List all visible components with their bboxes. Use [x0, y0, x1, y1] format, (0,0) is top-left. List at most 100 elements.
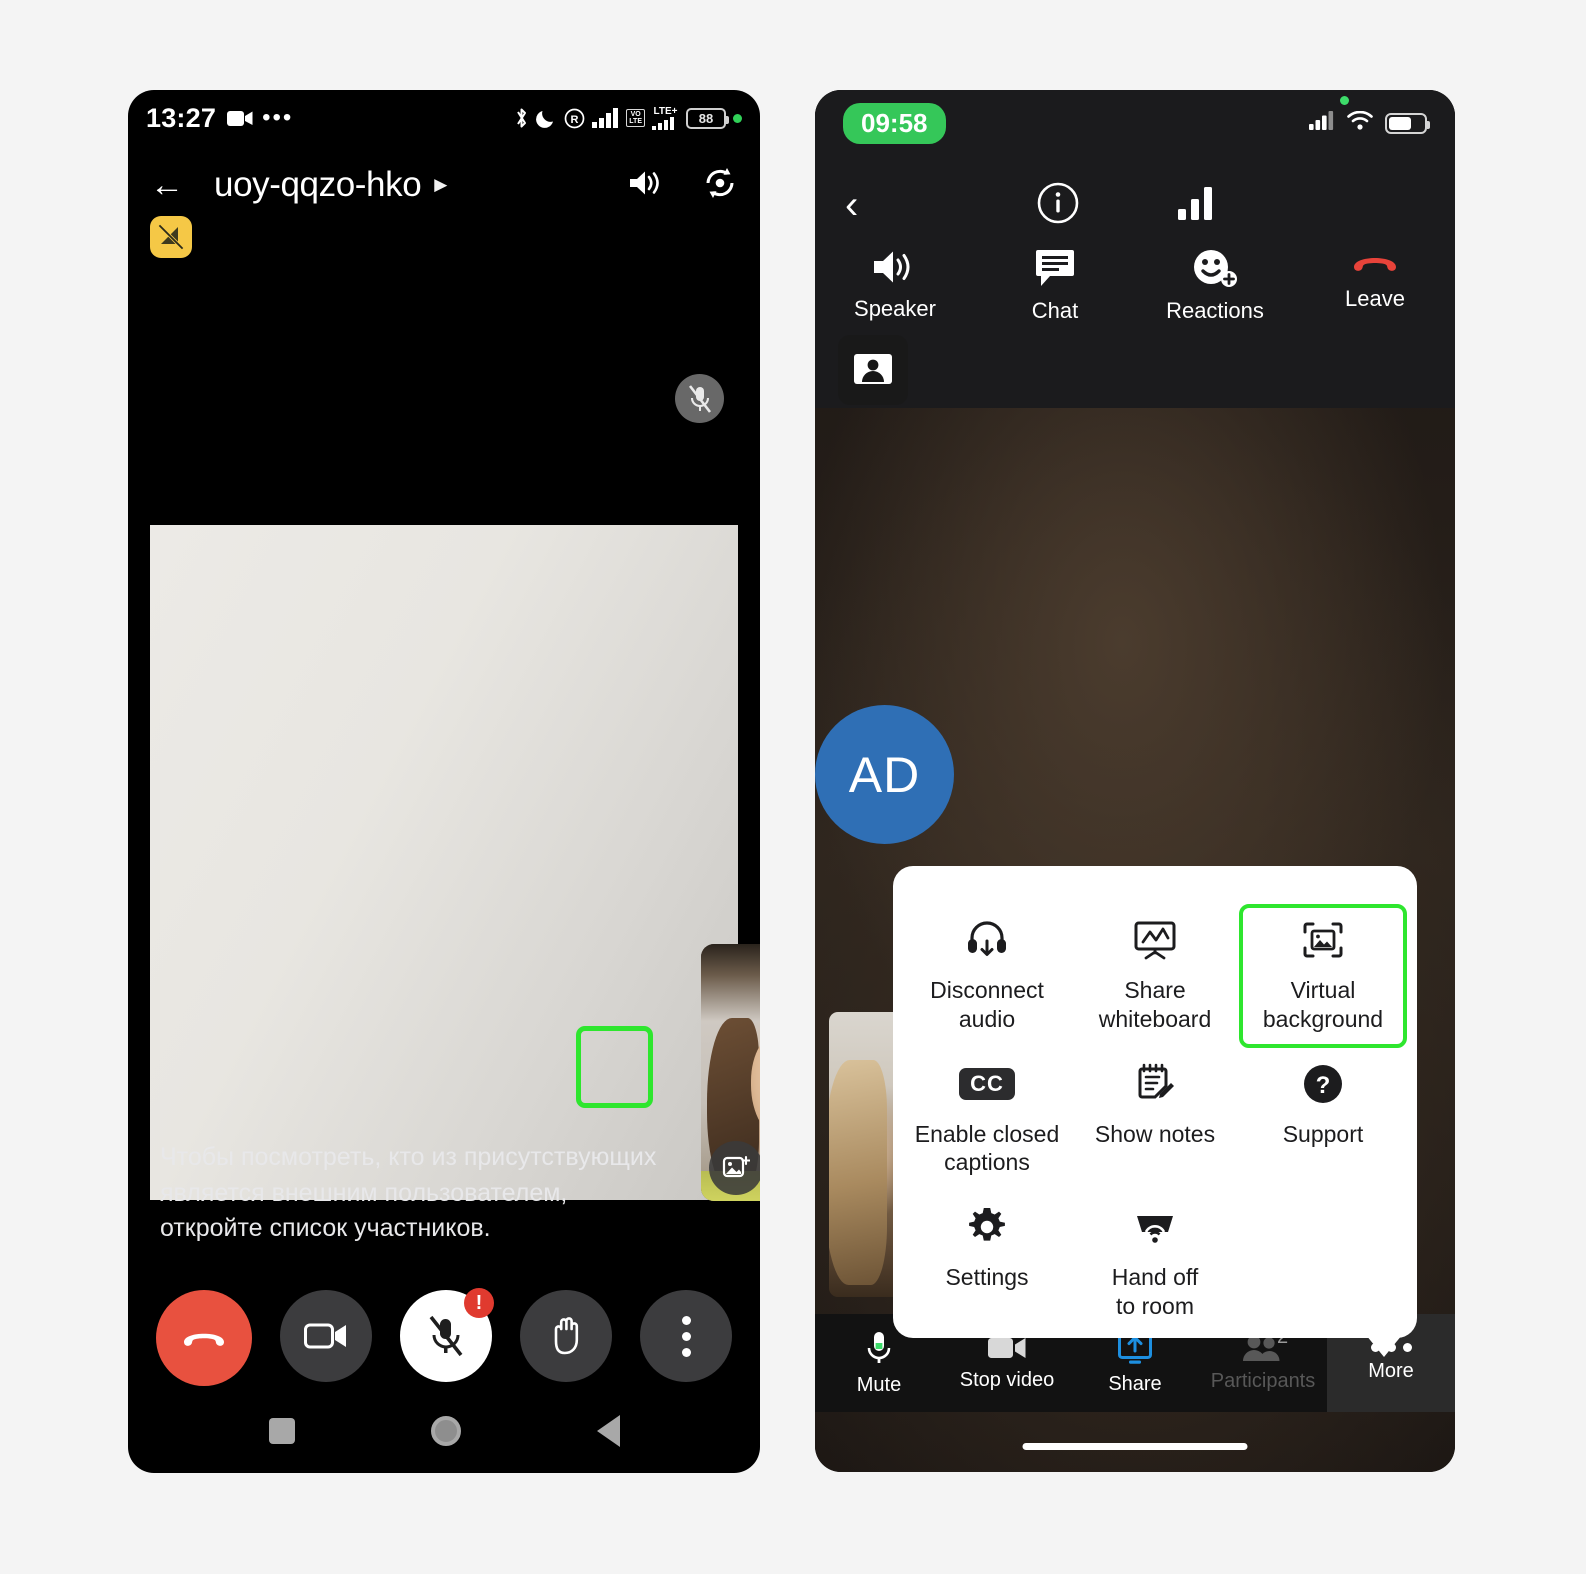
participant-avatar: AD — [815, 705, 954, 844]
menu-label: Settings — [945, 1264, 1029, 1290]
phone-hangup-icon — [1354, 258, 1396, 271]
cellular-signal-icon — [1309, 111, 1335, 135]
remote-mic-muted-badge — [675, 374, 724, 423]
menu-item-share-whiteboard[interactable]: Share whiteboard — [1071, 904, 1239, 1048]
back-triangle-icon[interactable] — [596, 1415, 620, 1447]
meeting-code-title[interactable]: uoy-qqzo-hko — [214, 165, 422, 205]
pip-effects-button[interactable] — [709, 1141, 760, 1195]
status-time-pill: 09:58 — [843, 102, 946, 144]
android-status-bar: 13:27 ••• R VO LTE LTE+ 88 — [128, 90, 760, 146]
contact-card-icon — [854, 354, 892, 384]
menu-item-support[interactable]: ? Support — [1239, 1048, 1407, 1192]
reactions-action[interactable]: Reactions — [1135, 248, 1295, 348]
speaker-label: Speaker — [854, 296, 936, 321]
svg-text:R: R — [571, 114, 579, 126]
connection-stats-icon[interactable] — [1177, 186, 1215, 225]
headset-disconnect-icon — [965, 916, 1009, 964]
participants-label: Participants — [1210, 1369, 1316, 1392]
wifi-icon — [1347, 110, 1373, 135]
back-chevron-icon[interactable]: ‹ — [845, 185, 858, 225]
status-right-icons: R VO LTE LTE+ 88 — [514, 106, 742, 130]
self-view-pip[interactable] — [701, 944, 760, 1201]
menu-item-virtual-background[interactable]: Virtual background — [1239, 904, 1407, 1048]
recents-square-icon[interactable] — [268, 1418, 295, 1444]
chat-bubble-icon — [1036, 250, 1074, 286]
notes-edit-icon — [1134, 1060, 1176, 1108]
hand-off-room-icon — [1133, 1203, 1177, 1251]
home-circle-icon[interactable] — [430, 1416, 461, 1446]
menu-item-settings[interactable]: Settings — [903, 1191, 1071, 1335]
mute-label: Mute — [856, 1373, 902, 1396]
mic-off-icon — [429, 1315, 463, 1357]
camera-button[interactable] — [280, 1290, 372, 1382]
thumbnail-hair — [829, 1060, 887, 1285]
header-right-actions — [628, 166, 738, 205]
share-label: Share — [1108, 1372, 1162, 1395]
network-off-icon — [158, 224, 184, 250]
android-phone-frame: 13:27 ••• R VO LTE LTE+ 88 ← uoy-qqzo-hk… — [128, 90, 760, 1473]
flip-camera-icon[interactable] — [702, 166, 738, 205]
menu-item-enable-closed-captions[interactable]: CC Enable closed captions — [903, 1048, 1071, 1192]
image-effects-icon — [722, 1155, 750, 1178]
dnd-moon-icon — [536, 107, 557, 129]
more-vertical-icon — [681, 1315, 691, 1357]
info-circle-icon[interactable] — [1037, 182, 1079, 229]
chevron-right-icon[interactable]: ▶ — [434, 175, 447, 195]
menu-item-hand-off-to-room[interactable]: Hand off to room — [1071, 1191, 1239, 1335]
closed-captions-icon: CC — [959, 1060, 1015, 1108]
speaker-icon[interactable] — [628, 168, 664, 203]
popup-tail — [1366, 1335, 1402, 1357]
popup-grid: Disconnect audio Share whiteboard Virtua… — [903, 904, 1407, 1335]
speaker-action[interactable]: Speaker — [815, 248, 975, 348]
green-dot-icon — [733, 113, 742, 123]
android-control-bar: ! — [128, 1288, 760, 1386]
ios-action-row: Speaker Chat Reactions Leave — [815, 248, 1455, 348]
stop-video-label: Stop video — [959, 1368, 1055, 1391]
volte-icon: VO LTE — [626, 108, 645, 128]
battery-icon: 88 — [686, 107, 729, 129]
pip-buttons — [709, 1141, 760, 1195]
svg-text:?: ? — [1316, 1072, 1331, 1099]
virtual-background-icon — [1301, 916, 1345, 964]
raised-hand-icon — [554, 1317, 579, 1355]
roaming-r-icon: R — [564, 108, 585, 129]
whiteboard-icon — [1133, 916, 1177, 964]
status-more-dots-icon: ••• — [262, 104, 294, 131]
chat-label: Chat — [1031, 298, 1079, 323]
end-call-button[interactable] — [156, 1290, 252, 1386]
raise-hand-button[interactable] — [520, 1290, 612, 1382]
menu-item-disconnect-audio[interactable]: Disconnect audio — [903, 904, 1071, 1048]
menu-item-show-notes[interactable]: Show notes — [1071, 1048, 1239, 1192]
more-label: More — [1368, 1360, 1414, 1382]
more-options-button[interactable] — [640, 1290, 732, 1382]
menu-label: Virtual background — [1262, 977, 1384, 1032]
menu-label: Hand off to room — [1111, 1264, 1199, 1319]
signal-bars-icon — [592, 108, 619, 128]
android-video-stage[interactable] — [150, 362, 738, 1202]
mic-off-icon — [688, 384, 711, 413]
chat-action[interactable]: Chat — [975, 248, 1135, 348]
reactions-smiley-icon — [1194, 250, 1237, 287]
screenshot-root: 13:27 ••• R VO LTE LTE+ 88 ← uoy-qqzo-hk… — [0, 0, 1586, 1574]
menu-label: Show notes — [1094, 1120, 1216, 1147]
battery-icon — [1385, 112, 1430, 134]
ios-status-right — [1309, 96, 1430, 135]
bluetooth-icon — [514, 106, 529, 130]
network-off-badge[interactable] — [150, 216, 192, 258]
more-options-popup: Disconnect audio Share whiteboard Virtua… — [893, 866, 1417, 1338]
back-arrow-icon[interactable]: ← — [150, 168, 184, 202]
status-time: 13:27 — [146, 102, 217, 133]
leave-label: Leave — [1345, 286, 1405, 311]
menu-label: Support — [1282, 1120, 1364, 1147]
gear-icon — [966, 1203, 1008, 1251]
video-camera-icon — [988, 1337, 1026, 1358]
remote-video-feed — [150, 525, 738, 1200]
mic-button[interactable]: ! — [400, 1288, 494, 1382]
microphone-icon — [867, 1331, 891, 1363]
lte-plus-icon: LTE+ — [652, 106, 679, 130]
question-circle-icon: ? — [1302, 1060, 1344, 1108]
menu-label: Share whiteboard — [1098, 977, 1212, 1032]
leave-action[interactable]: Leave — [1295, 248, 1455, 348]
speaker-icon — [874, 251, 910, 283]
contact-card-badge[interactable] — [838, 335, 908, 405]
